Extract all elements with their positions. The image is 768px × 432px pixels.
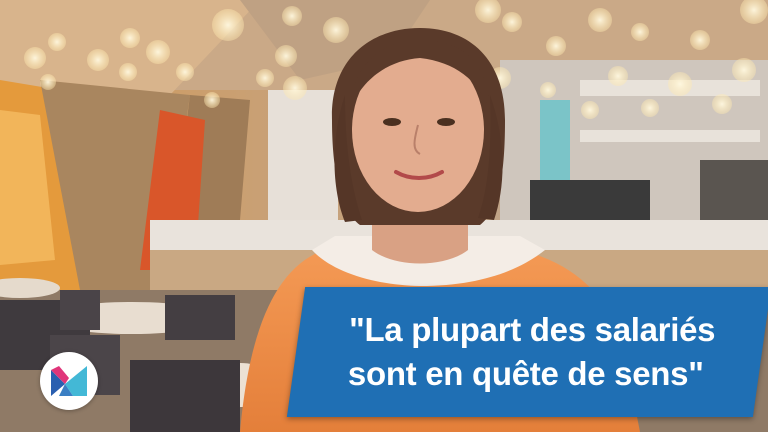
channel-logo [40, 352, 98, 410]
quote-line-2: sont en quête de sens" [348, 355, 704, 392]
video-frame: "La plupart des salariés sont en quête d… [0, 0, 768, 432]
quote-caption: "La plupart des salariés sont en quête d… [286, 287, 768, 417]
quote-line-1: "La plupart des salariés [349, 311, 716, 348]
m-logo-icon [51, 366, 87, 396]
